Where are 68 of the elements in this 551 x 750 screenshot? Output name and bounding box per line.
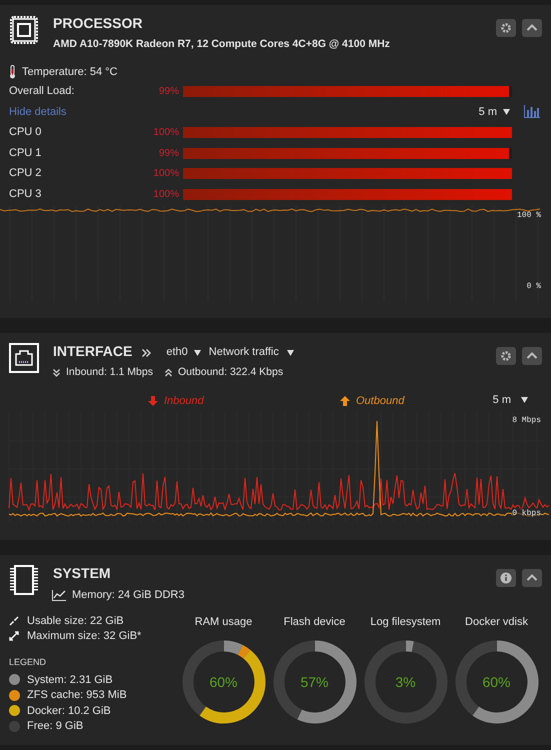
double-chevron-up-icon xyxy=(164,368,172,377)
row-label: CPU 1 xyxy=(9,146,42,161)
gauge-label: Flash device xyxy=(284,614,346,630)
legend-label: Free: 9 GiB xyxy=(27,719,84,734)
expand-arrows-icon xyxy=(9,631,19,641)
thermometer-icon xyxy=(9,64,16,79)
gauge-label: Log filesystem xyxy=(370,614,441,630)
bar-chart-icon xyxy=(524,105,540,118)
collapse-arrows-icon xyxy=(9,616,19,626)
percent-reading: 100% xyxy=(152,126,180,140)
collapse-button[interactable] xyxy=(522,569,542,587)
panel-title: PROCESSOR xyxy=(53,14,144,33)
double-chevron-down-icon xyxy=(53,368,60,377)
collapse-button[interactable] xyxy=(522,19,542,37)
outbound-reading: Outbound: 322.4 Kbps xyxy=(178,365,284,380)
percent-reading: 99% xyxy=(158,146,180,160)
memory-chip-icon xyxy=(9,565,39,595)
axis-label: 0 kbps xyxy=(512,508,541,520)
panel-title: INTERFACE xyxy=(53,342,132,361)
details-link[interactable]: Hide details xyxy=(9,104,66,120)
range-dropdown[interactable]: 5 m xyxy=(478,104,510,120)
row-label: CPU 0 xyxy=(9,125,42,140)
axis-label: 0 % xyxy=(526,281,541,294)
axis-label: 100 % xyxy=(516,210,541,222)
caret-icon xyxy=(194,350,201,356)
settings-button[interactable] xyxy=(496,347,516,365)
legend-label: Outbound xyxy=(356,394,404,409)
percent-reading: 100% xyxy=(152,167,180,181)
legend-label: System: 2.31 GiB xyxy=(27,672,113,688)
gauge-reading: 60% xyxy=(209,674,238,690)
memory-summary: Memory: 24 GiB DDR3 xyxy=(72,588,184,603)
gauge-label: RAM usage xyxy=(194,614,252,630)
row-label: CPU 2 xyxy=(9,166,42,182)
gauge-reading: 3% xyxy=(395,674,416,690)
mode-dropdown[interactable]: Network traffic xyxy=(208,344,294,361)
info-button[interactable] xyxy=(496,569,516,587)
size-reading: Usable size: 22 GiB xyxy=(27,614,124,629)
processor-model: AMD A10-7890K Radeon R7, 12 Compute Cores 4C+8G @ 4100 MHz xyxy=(53,37,390,52)
gear-icon xyxy=(500,22,512,34)
legend-title: LEGEND xyxy=(9,656,48,668)
legend-label: ZFS cache: 953 MiB xyxy=(27,688,127,703)
port-dropdown[interactable]: eth0 xyxy=(166,344,201,361)
temperature-reading: Temperature: 54 °C xyxy=(22,64,118,80)
inbound-reading: Inbound: 1.1 Mbps xyxy=(66,365,153,380)
double-chevron-icon xyxy=(142,349,152,357)
gauge-label: Docker vdisk xyxy=(465,614,528,630)
row-label: CPU 3 xyxy=(9,186,42,202)
caret-icon xyxy=(286,350,294,356)
gear-icon xyxy=(500,350,512,362)
chip-icon xyxy=(9,15,39,45)
legend-label: Docker: 10.2 GiB xyxy=(27,704,111,718)
gauge-reading: 57% xyxy=(300,674,329,690)
info-icon xyxy=(500,572,512,584)
axis-label: 8 Mbps xyxy=(512,414,541,427)
collapse-button[interactable] xyxy=(522,347,542,365)
caret-icon xyxy=(521,397,528,403)
percent-reading: 99% xyxy=(158,84,180,98)
row-label: Overall Load: xyxy=(9,84,76,99)
legend-label: Inbound xyxy=(164,394,204,409)
ethernet-port-icon xyxy=(9,343,39,373)
panel-title: SYSTEM xyxy=(53,564,112,583)
caret-icon xyxy=(503,108,510,115)
line-chart-icon xyxy=(52,590,66,601)
size-reading: Maximum size: 32 GiB* xyxy=(27,628,142,644)
gauge-reading: 60% xyxy=(482,674,511,690)
settings-button[interactable] xyxy=(496,19,516,37)
percent-reading: 100% xyxy=(152,188,180,202)
range-dropdown[interactable]: 5 m xyxy=(492,392,528,408)
